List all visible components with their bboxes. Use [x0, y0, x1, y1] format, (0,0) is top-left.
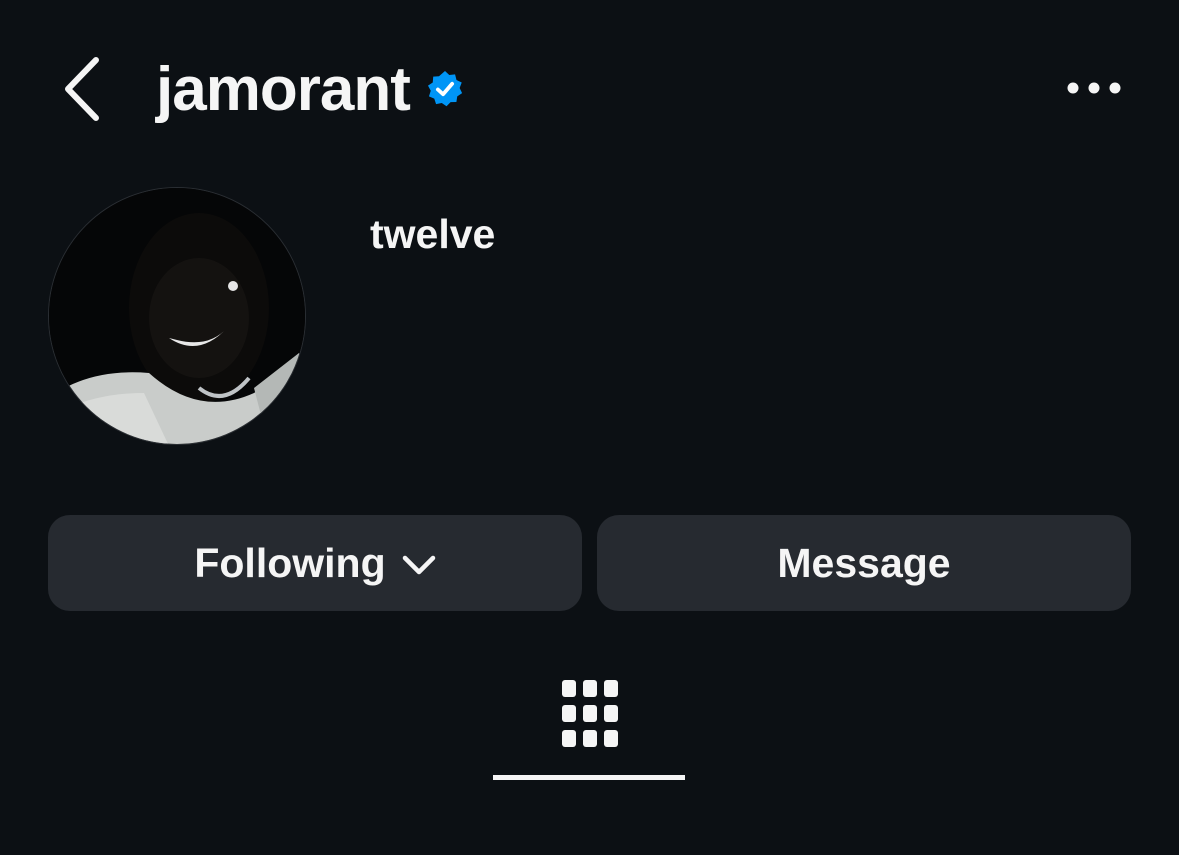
grid-icon	[562, 680, 618, 747]
chevron-down-icon	[402, 555, 435, 575]
ellipsis-icon	[1067, 82, 1121, 94]
profile-photo	[49, 188, 305, 444]
tab-posts-grid[interactable]	[493, 670, 685, 780]
profile-full-name: twelve	[370, 211, 496, 257]
profile-page: jamorant twelve Following Message	[0, 0, 1179, 855]
message-button[interactable]: Message	[597, 515, 1131, 611]
message-label: Message	[777, 539, 951, 586]
following-label: Following	[194, 539, 386, 586]
back-button[interactable]	[60, 56, 106, 122]
chevron-left-icon	[65, 57, 99, 121]
profile-username: jamorant	[156, 55, 411, 124]
active-tab-indicator	[493, 775, 685, 780]
avatar[interactable]	[48, 187, 306, 445]
more-options-button[interactable]	[1064, 70, 1124, 106]
following-button[interactable]: Following	[48, 515, 582, 611]
profile-header: jamorant	[0, 40, 1179, 140]
verified-badge-icon	[426, 70, 464, 108]
